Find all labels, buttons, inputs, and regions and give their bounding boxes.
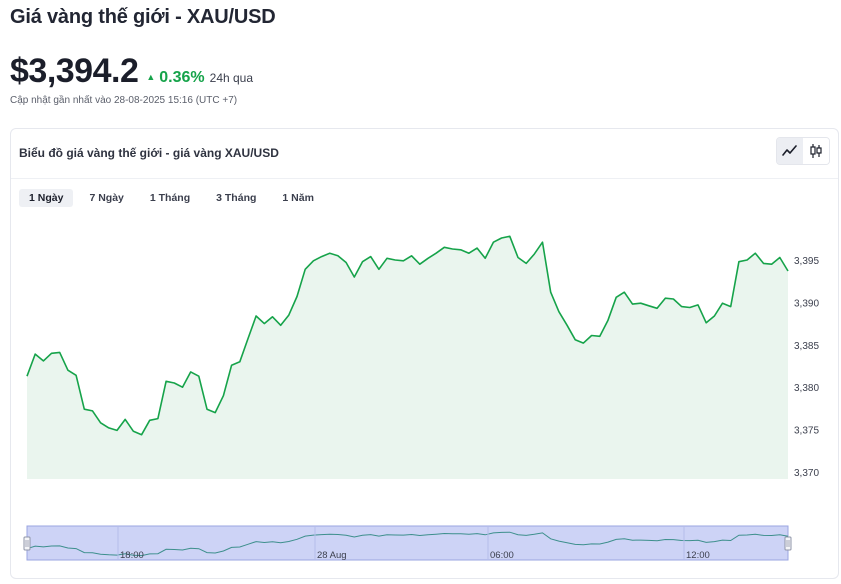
y-tick-label: 3,395: [794, 256, 819, 267]
navigator-label: 12:00: [686, 550, 710, 561]
y-tick-label: 3,380: [794, 383, 819, 394]
price-chart: 3,370 3,375 3,380 3,385 3,390 3,395 18:00 28 Au…: [23, 235, 819, 561]
navigator-label: 18:00: [120, 550, 144, 561]
navigator-label: 06:00: [490, 550, 514, 561]
y-tick-label: 3,370: [794, 468, 819, 479]
navigator-label: 28 Aug: [317, 550, 347, 561]
navigator-handle-left[interactable]: [23, 536, 31, 551]
y-tick-label: 3,375: [794, 426, 819, 437]
price-area: [27, 236, 788, 479]
y-tick-label: 3,390: [794, 298, 819, 309]
navigator-handle-right[interactable]: [784, 536, 792, 551]
y-tick-label: 3,385: [794, 341, 819, 352]
